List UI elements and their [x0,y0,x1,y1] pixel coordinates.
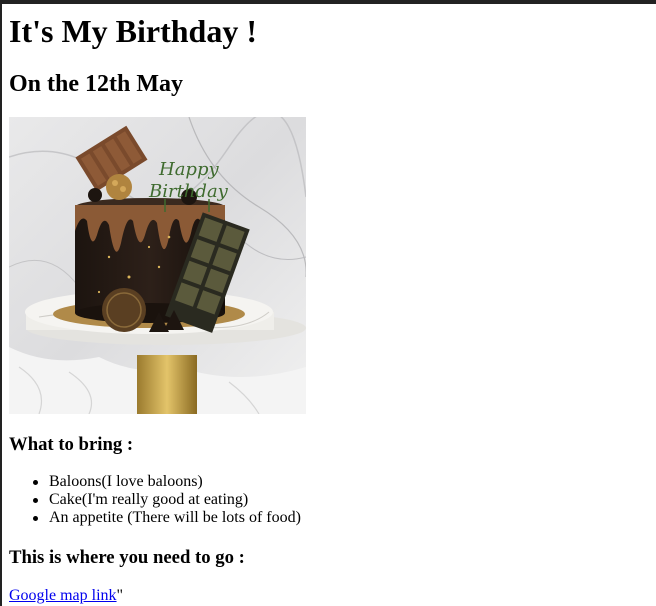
google-map-link[interactable]: Google map link [9,587,117,604]
list-item: Cake(I'm really good at eating) [29,491,301,509]
svg-text:Happy: Happy [158,159,219,180]
list-item: Baloons(I love baloons) [29,473,301,491]
bring-heading: What to bring : [9,434,134,455]
bullet-icon [33,498,38,503]
location-heading: This is where you need to go : [9,547,245,568]
page-subtitle: On the 12th May [9,71,183,97]
bullet-icon [33,516,38,521]
bring-list: Baloons(I love baloons) Cake(I'm really … [29,473,301,527]
birthday-cake-photo: Happy Birthday [9,117,306,414]
bullet-icon [33,480,38,485]
list-item-label: Baloons(I love baloons) [49,473,203,490]
page-title: It's My Birthday ! [9,13,257,49]
svg-text:Birthday: Birthday [148,181,229,202]
list-item: An appetite (There will be lots of food) [29,509,301,527]
map-link-line: Google map link" [9,586,123,606]
trailing-quote: " [116,587,124,604]
list-item-label: An appetite (There will be lots of food) [49,509,301,526]
window-left-border [0,4,2,606]
list-item-label: Cake(I'm really good at eating) [49,491,249,508]
window-top-border [0,0,656,4]
